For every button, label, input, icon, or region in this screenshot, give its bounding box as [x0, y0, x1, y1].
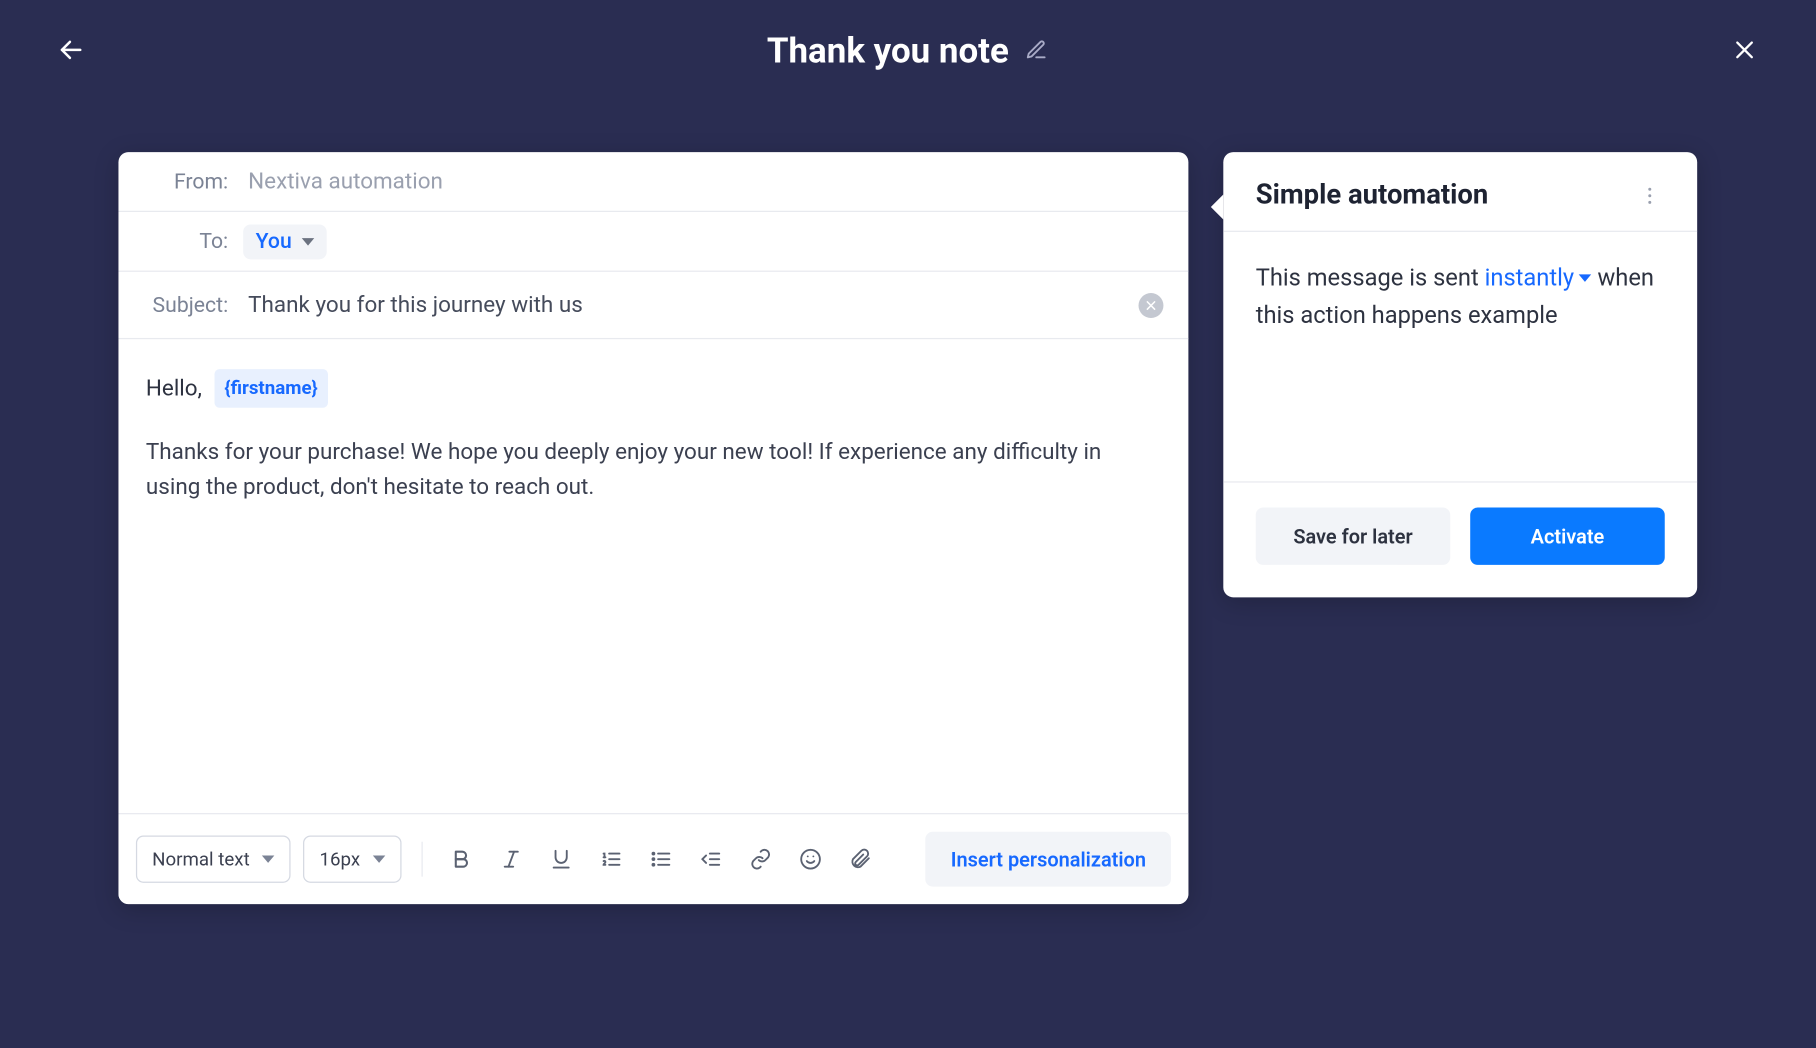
chevron-down-icon — [373, 855, 385, 862]
outdent-icon — [699, 848, 721, 870]
subject-label: Subject: — [146, 292, 228, 317]
subject-input[interactable]: Thank you for this journey with us — [248, 292, 583, 318]
from-value: Nextiva automation — [248, 168, 443, 194]
activate-button[interactable]: Activate — [1470, 508, 1665, 565]
unordered-list-icon — [650, 848, 672, 870]
font-size-select[interactable]: 16px — [303, 835, 401, 882]
ordered-list-button[interactable] — [592, 840, 629, 877]
chevron-down-icon — [1579, 275, 1591, 282]
paperclip-icon — [849, 848, 871, 870]
chevron-down-icon — [262, 855, 274, 862]
back-button[interactable] — [50, 29, 92, 71]
body-paragraph: Thanks for your purchase! We hope you de… — [146, 436, 1161, 506]
link-icon — [749, 848, 771, 870]
sidepanel-title: Simple automation — [1256, 180, 1635, 211]
sidepanel-header: Simple automation — [1223, 152, 1697, 232]
sidepanel-wrap: Simple automation This message is sent i… — [1223, 152, 1697, 597]
emoji-button[interactable] — [792, 840, 829, 877]
bold-button[interactable] — [443, 840, 480, 877]
italic-icon — [500, 848, 522, 870]
emoji-icon — [799, 848, 821, 870]
greeting-text: Hello, — [146, 371, 202, 406]
underline-icon — [550, 848, 572, 870]
header: Thank you note — [0, 0, 1816, 100]
to-label: To: — [146, 229, 228, 254]
text-style-value: Normal text — [152, 848, 250, 870]
from-row: From: Nextiva automation — [118, 152, 1188, 212]
sidepanel-body: This message is sent instantly when this… — [1223, 232, 1697, 481]
from-label: From: — [146, 169, 228, 194]
attachment-button[interactable] — [842, 840, 879, 877]
close-button[interactable] — [1723, 29, 1765, 71]
ordered-list-icon — [600, 848, 622, 870]
to-row: To: You — [118, 212, 1188, 272]
clear-subject-button[interactable] — [1139, 292, 1164, 317]
sidepanel-more-button[interactable] — [1635, 180, 1665, 210]
firstname-token[interactable]: {firstname} — [214, 369, 327, 408]
underline-button[interactable] — [542, 840, 579, 877]
to-select[interactable]: You — [243, 224, 326, 259]
more-vertical-icon — [1639, 184, 1661, 206]
text-style-select[interactable]: Normal text — [136, 835, 291, 882]
link-button[interactable] — [742, 840, 779, 877]
close-icon — [1732, 37, 1757, 62]
arrow-left-icon — [57, 36, 84, 63]
page-title: Thank you note — [767, 29, 1009, 70]
edit-title-button[interactable] — [1024, 37, 1049, 62]
body-editor[interactable]: Hello, {firstname} Thanks for your purch… — [118, 339, 1188, 813]
unordered-list-button[interactable] — [642, 840, 679, 877]
body-greeting: Hello, {firstname} — [146, 369, 1161, 408]
sidepanel-footer: Save for later Activate — [1223, 481, 1697, 597]
main: From: Nextiva automation To: You Subject… — [0, 152, 1816, 904]
bold-icon — [450, 848, 472, 870]
automation-sentence-pre: This message is sent — [1256, 263, 1479, 292]
insert-personalization-button[interactable]: Insert personalization — [926, 832, 1171, 887]
automation-timing-select[interactable]: instantly — [1485, 259, 1592, 297]
chevron-down-icon — [302, 238, 314, 245]
email-composer: From: Nextiva automation To: You Subject… — [118, 152, 1188, 904]
save-for-later-button[interactable]: Save for later — [1256, 508, 1451, 565]
to-value: You — [256, 229, 292, 254]
font-size-value: 16px — [320, 848, 361, 870]
automation-timing-value: instantly — [1485, 259, 1575, 297]
outdent-button[interactable] — [692, 840, 729, 877]
title-wrap: Thank you note — [767, 29, 1049, 70]
editor-toolbar: Normal text 16px — [118, 813, 1188, 904]
italic-button[interactable] — [492, 840, 529, 877]
divider — [421, 842, 422, 877]
pencil-icon — [1025, 39, 1047, 61]
x-icon — [1145, 299, 1157, 311]
automation-sidepanel: Simple automation This message is sent i… — [1223, 152, 1697, 597]
subject-row: Subject: Thank you for this journey with… — [118, 272, 1188, 339]
